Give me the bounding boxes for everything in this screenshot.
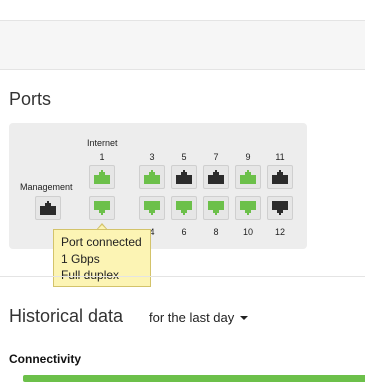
caret-down-icon <box>240 315 249 320</box>
time-range-dropdown[interactable]: for the last day <box>149 310 249 325</box>
port-number-label: 1 <box>99 152 105 162</box>
port-10[interactable] <box>235 196 261 220</box>
section-divider <box>0 276 365 277</box>
port-2[interactable] <box>89 196 115 220</box>
port-number-label: 8 <box>213 227 219 237</box>
ethernet-port-icon <box>272 201 288 215</box>
port-number-label: 12 <box>274 227 286 237</box>
port-number-label: 7 <box>213 152 219 162</box>
ethernet-port-icon <box>240 201 256 215</box>
port-3[interactable] <box>139 165 165 189</box>
internet-label: Internet <box>87 138 118 148</box>
ethernet-port-icon <box>208 201 224 215</box>
top-spacer <box>0 0 365 20</box>
ethernet-port-icon <box>94 170 110 184</box>
time-range-label: for the last day <box>149 310 235 325</box>
ethernet-port-icon <box>144 170 160 184</box>
ethernet-port-icon <box>176 201 192 215</box>
port-8[interactable] <box>203 196 229 220</box>
port-number-label: 9 <box>245 152 251 162</box>
ethernet-port-icon <box>176 170 192 184</box>
tooltip-status: Port connected <box>61 235 142 249</box>
historical-title: Historical data <box>9 306 124 326</box>
port-number-label: 5 <box>181 152 187 162</box>
connectivity-bar <box>23 375 365 382</box>
port-status-tooltip: Port connected 1 Gbps Full duplex <box>53 229 151 287</box>
tooltip-speed: 1 Gbps <box>61 251 100 266</box>
port-4[interactable] <box>139 196 165 220</box>
connectivity-title: Connectivity <box>9 352 82 366</box>
port-7[interactable] <box>203 165 229 189</box>
ethernet-port-icon <box>272 170 288 184</box>
ports-title: Ports <box>9 89 52 109</box>
port-1[interactable] <box>89 165 115 189</box>
port-6[interactable] <box>171 196 197 220</box>
ethernet-port-icon <box>94 201 110 215</box>
ethernet-port-icon <box>208 170 224 184</box>
port-12[interactable] <box>267 196 293 220</box>
ethernet-port-icon <box>144 201 160 215</box>
port-11[interactable] <box>267 165 293 189</box>
port-number-label: 6 <box>181 227 187 237</box>
port-number-label: 3 <box>149 152 155 162</box>
header-band <box>0 20 365 70</box>
port-number-label: 11 <box>275 152 285 162</box>
management-label: Management <box>20 182 73 192</box>
port-number-label: 10 <box>242 227 254 237</box>
ethernet-port-icon <box>40 201 56 215</box>
port-5[interactable] <box>171 165 197 189</box>
management-port[interactable] <box>35 196 61 220</box>
port-9[interactable] <box>235 165 261 189</box>
ethernet-port-icon <box>240 170 256 184</box>
